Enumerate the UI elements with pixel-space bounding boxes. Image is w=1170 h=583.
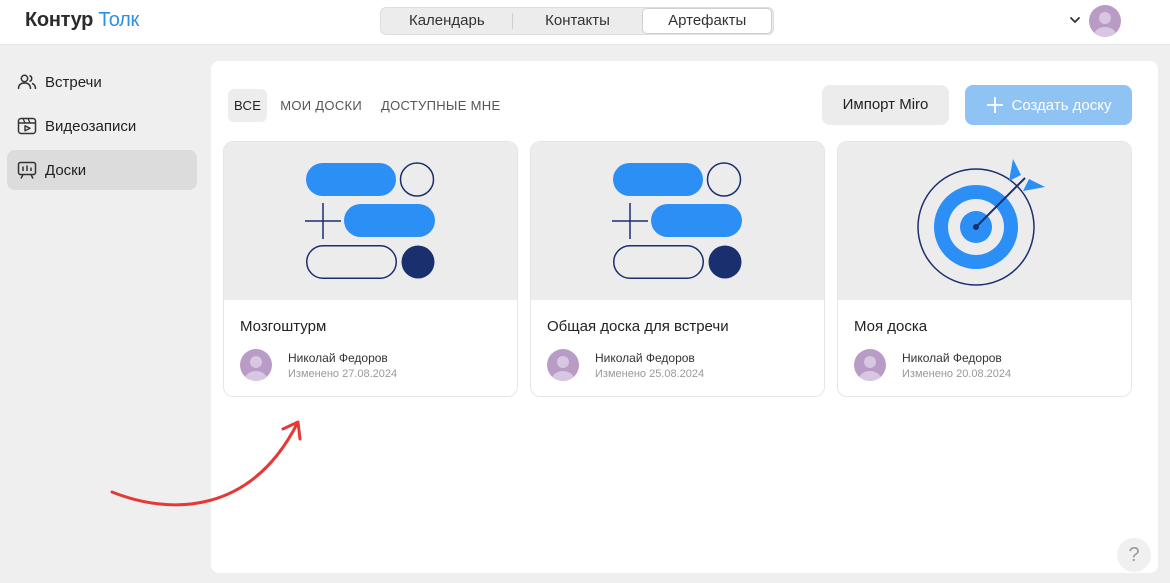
modified-date: Изменено 25.08.2024: [595, 367, 705, 380]
section-switcher: Календарь Контакты Артефакты: [380, 7, 774, 35]
people-icon: [17, 72, 37, 92]
sidebar-item-label: Видеозаписи: [45, 117, 137, 135]
logo-part-2: Толк: [98, 9, 139, 31]
board-icon: [17, 160, 37, 180]
filter-my-boards[interactable]: МОИ ДОСКИ: [274, 89, 368, 122]
create-board-label: Создать доску: [1011, 96, 1112, 114]
board-thumbnail: [838, 142, 1131, 300]
top-bar: Контур Толк Календарь Контакты Артефакты: [0, 0, 1170, 45]
user-avatar[interactable]: [1089, 5, 1121, 37]
target-icon: [916, 159, 1045, 286]
plus-icon: [986, 97, 1003, 113]
author-avatar: [854, 349, 886, 381]
chevron-down-icon[interactable]: [1068, 13, 1082, 27]
blocks-icon: [304, 162, 435, 279]
avatar-silhouette-icon: [859, 356, 881, 381]
help-button[interactable]: ?: [1117, 538, 1151, 572]
tab-contacts[interactable]: Контакты: [513, 8, 643, 34]
avatar-silhouette-icon: [552, 356, 574, 381]
sidebar-item-label: Доски: [45, 161, 87, 179]
author-name: Николай Федоров: [288, 350, 388, 365]
author-name: Николай Федоров: [595, 350, 695, 365]
board-grid: Мозгоштурм Николай Федоров Изменено 27.0…: [223, 141, 1132, 397]
board-title: Общая доска для встречи: [547, 318, 729, 335]
board-card[interactable]: Мозгоштурм Николай Федоров Изменено 27.0…: [223, 141, 518, 397]
avatar-silhouette-icon: [245, 356, 267, 381]
create-board-button[interactable]: Создать доску: [965, 85, 1132, 125]
board-meta: Николай Федоров Изменено 20.08.2024: [854, 349, 1131, 381]
sidebar-item-meetings[interactable]: Встречи: [7, 62, 197, 102]
board-meta: Николай Федоров Изменено 27.08.2024: [240, 349, 517, 381]
board-title: Моя доска: [854, 318, 928, 335]
sidebar-item-boards[interactable]: Доски: [7, 150, 197, 190]
author-avatar: [240, 349, 272, 381]
boards-panel: ВСЕ МОИ ДОСКИ ДОСТУПНЫЕ МНЕ Импорт Miro …: [211, 61, 1158, 573]
sidebar: Встречи Видеозаписи Доски: [7, 62, 197, 194]
author-avatar: [547, 349, 579, 381]
import-miro-button[interactable]: Импорт Miro: [822, 85, 949, 125]
sidebar-item-recordings[interactable]: Видеозаписи: [7, 106, 197, 146]
annotation-arrow-icon: [110, 420, 302, 507]
board-thumbnail: [531, 142, 824, 300]
modified-date: Изменено 20.08.2024: [902, 367, 1012, 380]
logo-part-1: Контур: [25, 9, 94, 31]
modified-date: Изменено 27.08.2024: [288, 367, 398, 380]
board-card[interactable]: Общая доска для встречи Николай Федоров …: [530, 141, 825, 397]
tab-calendar[interactable]: Календарь: [382, 8, 512, 34]
author-name: Николай Федоров: [902, 350, 1002, 365]
tab-artifacts[interactable]: Артефакты: [642, 8, 773, 34]
video-recording-icon: [17, 116, 37, 136]
avatar-silhouette-icon: [1094, 12, 1116, 37]
board-thumbnail: [224, 142, 517, 300]
filter-tabs: ВСЕ МОИ ДОСКИ ДОСТУПНЫЕ МНЕ: [228, 89, 513, 122]
filter-all[interactable]: ВСЕ: [228, 89, 268, 122]
board-card[interactable]: Моя доска Николай Федоров Изменено 20.08…: [837, 141, 1132, 397]
app-logo[interactable]: Контур Толк: [25, 9, 139, 32]
filter-shared-with-me[interactable]: ДОСТУПНЫЕ МНЕ: [375, 89, 506, 122]
sidebar-item-label: Встречи: [45, 73, 102, 91]
board-title: Мозгоштурм: [240, 318, 327, 335]
blocks-icon: [611, 162, 742, 279]
board-meta: Николай Федоров Изменено 25.08.2024: [547, 349, 824, 381]
